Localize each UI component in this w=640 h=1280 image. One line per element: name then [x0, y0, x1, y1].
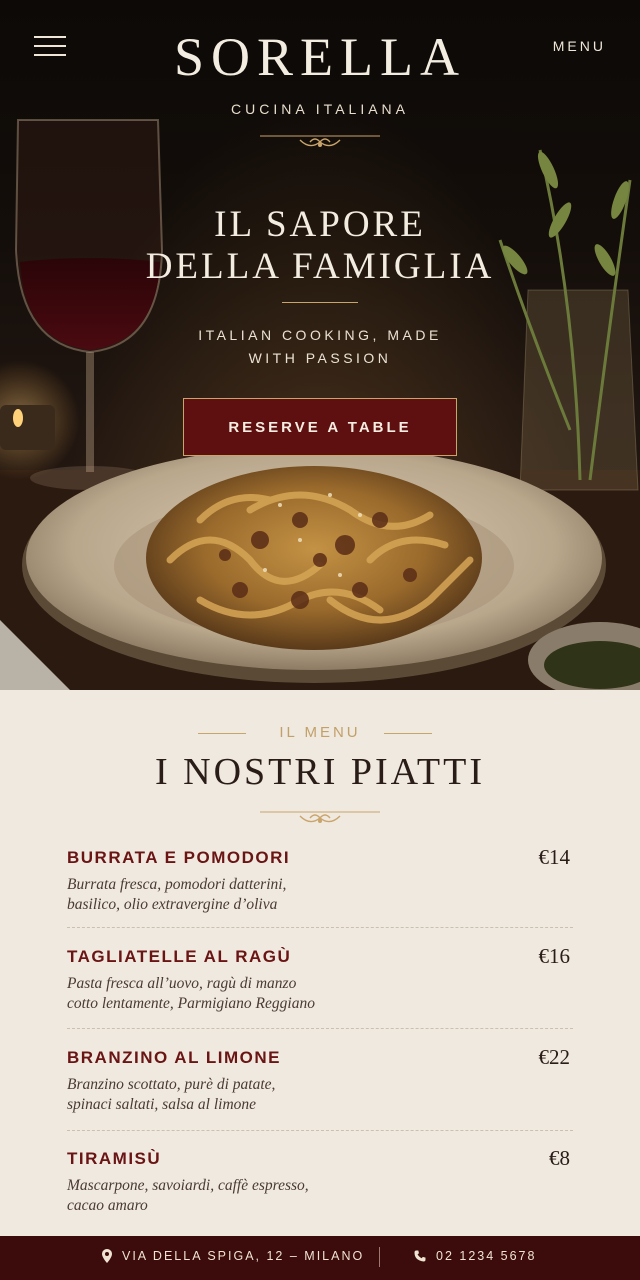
brand-logo[interactable]: SORELLA [0, 26, 640, 88]
dish-name: TAGLIATELLE AL RAGÙ [67, 947, 292, 966]
hero-title: IL SAPORE DELLA FAMIGLIA [145, 204, 495, 287]
dish-description: Pasta fresca all’uovo, ragù di manzo cot… [67, 975, 315, 1012]
menu-heading: I NOSTRI PIATTI [155, 751, 485, 793]
ornament-divider [260, 811, 380, 823]
reserve-table-button[interactable]: RESERVE A TABLE [183, 398, 457, 456]
dish-description: Burrata fresca, pomodori datterini, basi… [67, 876, 287, 913]
footer-bar: VIA DELLA SPIGA, 12 – MILANO 02 1234 567… [0, 1236, 640, 1280]
dish-name: BRANZINO AL LIMONE [67, 1048, 281, 1067]
menu-item[interactable]: BRANZINO AL LIMONE €22 Branzino scottato… [67, 1045, 573, 1118]
footer-address[interactable]: VIA DELLA SPIGA, 12 – MILANO [102, 1249, 364, 1263]
dish-description: Branzino scottato, purè di patate, spina… [67, 1076, 276, 1113]
menu-divider [67, 1130, 573, 1131]
dish-price: €8 [549, 1146, 570, 1170]
hero-divider [282, 302, 358, 303]
menu-divider [67, 1028, 573, 1029]
eyebrow-line-right [384, 733, 432, 734]
menu-eyebrow: IL MENU [279, 724, 361, 741]
ornament-divider [260, 135, 380, 147]
dish-name: TIRAMISÙ [67, 1149, 162, 1168]
hero-tagline: ITALIAN COOKING, MADE WITH PASSION [198, 327, 442, 366]
dish-price: €16 [538, 944, 571, 968]
address-text: VIA DELLA SPIGA, 12 – MILANO [122, 1249, 365, 1263]
footer-phone[interactable]: 02 1234 5678 [414, 1249, 536, 1263]
footer-separator [379, 1247, 380, 1267]
dish-name: BURRATA E POMODORI [67, 848, 291, 867]
menu-item[interactable]: BURRATA E POMODORI €14 Burrata fresca, p… [67, 845, 573, 918]
menu-section: IL MENU I NOSTRI PIATTI BURRATA E POMODO… [0, 690, 640, 1236]
menu-item[interactable]: TAGLIATELLE AL RAGÙ €16 Pasta fresca all… [67, 944, 573, 1017]
phone-text: 02 1234 5678 [436, 1249, 537, 1263]
dish-price: €14 [538, 845, 571, 869]
dish-price: €22 [538, 1045, 571, 1069]
hero-section: MENU SORELLA CUCINA ITALIANA IL SAPORE D… [0, 0, 640, 690]
dish-description: Mascarpone, savoiardi, caffè espresso, c… [67, 1177, 309, 1214]
brand-subtitle: CUCINA ITALIANA [231, 101, 409, 117]
menu-divider [67, 927, 573, 928]
map-pin-icon [102, 1249, 112, 1263]
menu-item[interactable]: TIRAMISÙ €8 Mascarpone, savoiardi, caffè… [67, 1146, 573, 1219]
phone-icon [414, 1250, 426, 1262]
